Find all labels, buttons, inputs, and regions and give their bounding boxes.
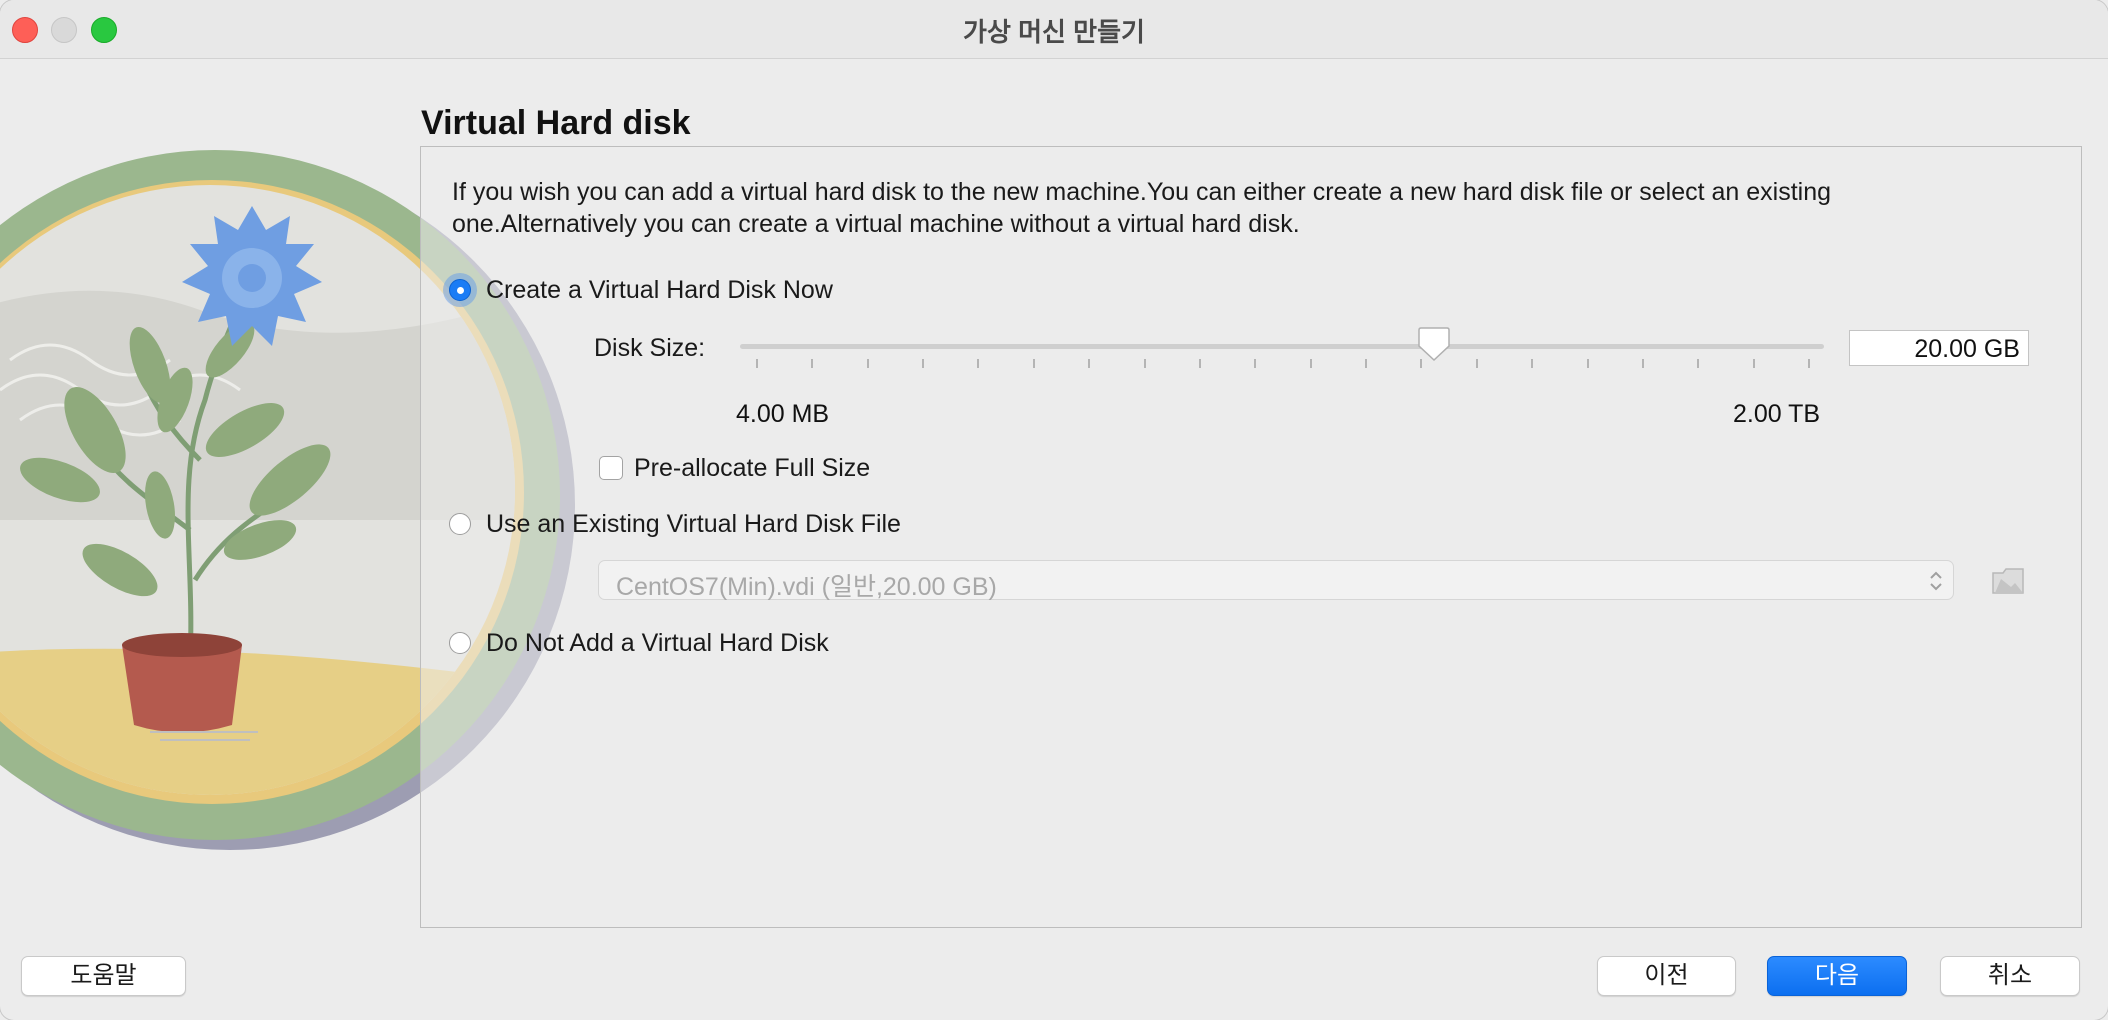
create-disk-label[interactable]: Create a Virtual Hard Disk Now bbox=[486, 276, 833, 305]
disk-size-input[interactable]: 20.00 GB bbox=[1849, 330, 2029, 366]
page-description: If you wish you can add a virtual hard d… bbox=[452, 178, 1832, 238]
no-disk-label[interactable]: Do Not Add a Virtual Hard Disk bbox=[486, 629, 829, 658]
slider-min-label: 4.00 MB bbox=[736, 400, 830, 428]
disk-size-slider[interactable] bbox=[740, 344, 1824, 349]
slider-tick bbox=[1088, 359, 1090, 368]
slider-tick bbox=[1199, 359, 1201, 368]
slider-tick bbox=[1476, 359, 1478, 368]
disk-size-label: Disk Size: bbox=[594, 334, 706, 362]
slider-tick bbox=[1254, 359, 1256, 368]
preallocate-checkbox[interactable] bbox=[599, 456, 623, 480]
help-button[interactable]: 도움말 bbox=[21, 956, 186, 996]
slider-tick bbox=[1365, 359, 1367, 368]
use-existing-radio[interactable] bbox=[449, 513, 471, 535]
slider-tick bbox=[867, 359, 869, 368]
next-button[interactable]: 다음 bbox=[1767, 956, 1907, 996]
window-title: 가상 머신 만들기 bbox=[963, 17, 1145, 47]
slider-tick bbox=[1144, 359, 1146, 368]
create-disk-radio[interactable] bbox=[449, 279, 471, 301]
slider-max-label: 2.00 TB bbox=[1733, 400, 1821, 428]
slider-tick bbox=[1531, 359, 1533, 368]
slider-thumb-icon[interactable] bbox=[1418, 326, 1450, 362]
slider-tick bbox=[1642, 359, 1644, 368]
use-existing-label[interactable]: Use an Existing Virtual Hard Disk File bbox=[486, 510, 901, 539]
existing-disk-select[interactable]: CentOS7(Min).vdi (일반,20.00 GB) bbox=[598, 560, 1954, 601]
slider-tick bbox=[811, 359, 813, 368]
folder-icon[interactable] bbox=[1991, 565, 2025, 597]
slider-tick bbox=[1753, 359, 1755, 368]
create-vm-window: 가상 머신 만들기 Virtual Hard disk If you wish … bbox=[0, 0, 2108, 1020]
slider-tick bbox=[1808, 359, 1810, 368]
slider-tick bbox=[1587, 359, 1589, 368]
existing-disk-value: CentOS7(Min).vdi (일반,20.00 GB) bbox=[616, 573, 997, 601]
slider-tick bbox=[756, 359, 758, 368]
slider-tick bbox=[1310, 359, 1312, 368]
preallocate-label[interactable]: Pre-allocate Full Size bbox=[634, 454, 870, 483]
slider-tick bbox=[922, 359, 924, 368]
no-disk-radio[interactable] bbox=[449, 632, 471, 654]
slider-tick bbox=[977, 359, 979, 368]
cancel-button[interactable]: 취소 bbox=[1940, 956, 2080, 996]
slider-tick bbox=[1033, 359, 1035, 368]
page-title: Virtual Hard disk bbox=[421, 104, 691, 142]
back-button[interactable]: 이전 bbox=[1597, 956, 1736, 996]
updown-chevron-icon bbox=[1930, 571, 1942, 591]
title-bar: 가상 머신 만들기 bbox=[0, 0, 2108, 59]
slider-tick bbox=[1697, 359, 1699, 368]
